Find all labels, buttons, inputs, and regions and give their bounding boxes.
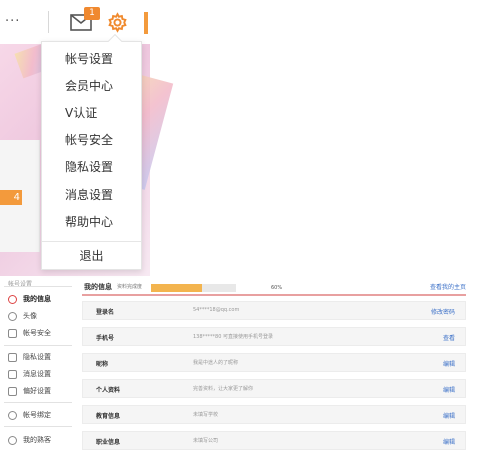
sidebar-divider — [4, 402, 72, 403]
sidebar-item-label: 帐号安全 — [23, 329, 51, 337]
view-homepage-link[interactable]: 查看我的主页 — [430, 282, 466, 291]
sidebar-item-preferences[interactable]: 偏好设置 — [8, 384, 51, 398]
row-label: 登录名 — [96, 309, 115, 316]
sidebar-item-label: 偏好设置 — [23, 387, 51, 395]
sidebar-item-account-security[interactable]: 帐号安全 — [8, 326, 51, 340]
panel-header: 我的信息 资料完成度 60% 查看我的主页 — [82, 278, 466, 296]
row-value: 未填写公司 — [193, 438, 219, 444]
my-info-panel: 我的信息 资料完成度 60% 查看我的主页 登录名 54****18@qq.co… — [82, 278, 466, 453]
completion-progress: 60% — [151, 284, 282, 292]
completion-percent: 60% — [271, 285, 283, 291]
header-accent-bar — [144, 12, 148, 34]
more-ellipsis[interactable]: ... — [5, 10, 20, 25]
info-row-career: 职业信息 未填写公司 编辑 — [82, 431, 466, 450]
sidebar-item-label: 隐私设置 — [23, 353, 51, 361]
row-action-link[interactable]: 查看 — [443, 333, 455, 342]
settings-sidebar: 帐号设置 我的信息 头像 帐号安全 隐私设置 消息设置 偏好设置 帐号绑定 我的… — [4, 278, 74, 453]
row-label: 昵称 — [96, 361, 109, 368]
row-value: 138*****80 可直接使用手机号登录 — [193, 334, 273, 340]
user-icon — [8, 294, 17, 304]
avatar-icon — [8, 311, 17, 321]
info-row-phone: 手机号 138*****80 可直接使用手机号登录 查看 — [82, 327, 466, 346]
banner-tag: 4 — [0, 190, 22, 205]
sidebar-item-label: 我的熟客 — [23, 436, 51, 444]
row-value: 我是中途人的了昵称 — [193, 360, 239, 366]
gear-icon[interactable] — [107, 12, 128, 33]
sidebar-divider — [4, 286, 72, 287]
sidebar-divider — [4, 426, 72, 427]
message-icon — [8, 369, 17, 379]
row-value: 完善资料，让大家更了解你 — [193, 386, 254, 392]
row-label: 手机号 — [96, 335, 115, 342]
sidebar-item-label: 头像 — [23, 312, 37, 320]
lock-icon — [8, 352, 17, 362]
menu-item-account-security[interactable]: 帐号安全 — [42, 127, 141, 154]
logout-button[interactable]: 退出 — [42, 243, 141, 269]
top-bar: ... 1 — [0, 0, 500, 44]
sidebar-item-avatar[interactable]: 头像 — [8, 309, 37, 323]
row-value: 54****18@qq.com — [193, 307, 240, 313]
menu-item-help-center[interactable]: 帮助中心 — [42, 209, 141, 236]
sidebar-item-my-regulars[interactable]: 我的熟客 — [8, 433, 51, 447]
menu-divider — [42, 241, 141, 242]
panel-title: 我的信息 — [84, 283, 112, 291]
header-divider — [48, 11, 49, 33]
sidebar-divider — [4, 345, 72, 346]
preference-icon — [8, 386, 17, 396]
shield-icon — [8, 328, 17, 338]
row-value: 未填写学校 — [193, 412, 219, 418]
sidebar-item-messages[interactable]: 消息设置 — [8, 367, 51, 381]
menu-item-verification[interactable]: V认证 — [42, 100, 141, 127]
menu-item-member-center[interactable]: 会员中心 — [42, 73, 141, 100]
row-action-link[interactable]: 编辑 — [443, 437, 455, 446]
user-icon — [8, 435, 17, 445]
sidebar-item-my-info[interactable]: 我的信息 — [8, 292, 51, 306]
menu-item-message-settings[interactable]: 消息设置 — [42, 182, 141, 209]
link-icon — [8, 410, 17, 420]
completion-progress-fill — [151, 284, 202, 292]
row-label: 职业信息 — [96, 439, 121, 446]
info-row-education: 教育信息 未填写学校 编辑 — [82, 405, 466, 424]
completion-label: 资料完成度 — [117, 284, 143, 290]
row-action-link[interactable]: 修改密码 — [431, 307, 455, 316]
info-row-nickname: 昵称 我是中途人的了昵称 编辑 — [82, 353, 466, 372]
mail-badge: 1 — [84, 7, 100, 20]
sidebar-item-privacy[interactable]: 隐私设置 — [8, 350, 51, 364]
row-action-link[interactable]: 编辑 — [443, 385, 455, 394]
row-label: 教育信息 — [96, 413, 121, 420]
sidebar-item-label: 我的信息 — [23, 295, 51, 303]
sidebar-item-label: 帐号绑定 — [23, 411, 51, 419]
settings-dropdown: 帐号设置 会员中心 V认证 帐号安全 隐私设置 消息设置 帮助中心 退出 — [41, 33, 142, 270]
sidebar-item-account-binding[interactable]: 帐号绑定 — [8, 408, 51, 422]
row-action-link[interactable]: 编辑 — [443, 411, 455, 420]
menu-item-account-settings[interactable]: 帐号设置 — [42, 46, 141, 73]
row-action-link[interactable]: 编辑 — [443, 359, 455, 368]
sidebar-item-label: 消息设置 — [23, 370, 51, 378]
menu-item-privacy-settings[interactable]: 隐私设置 — [42, 154, 141, 181]
info-row-login: 登录名 54****18@qq.com 修改密码 — [82, 301, 466, 320]
info-row-profile: 个人资料 完善资料，让大家更了解你 编辑 — [82, 379, 466, 398]
row-label: 个人资料 — [96, 387, 121, 394]
